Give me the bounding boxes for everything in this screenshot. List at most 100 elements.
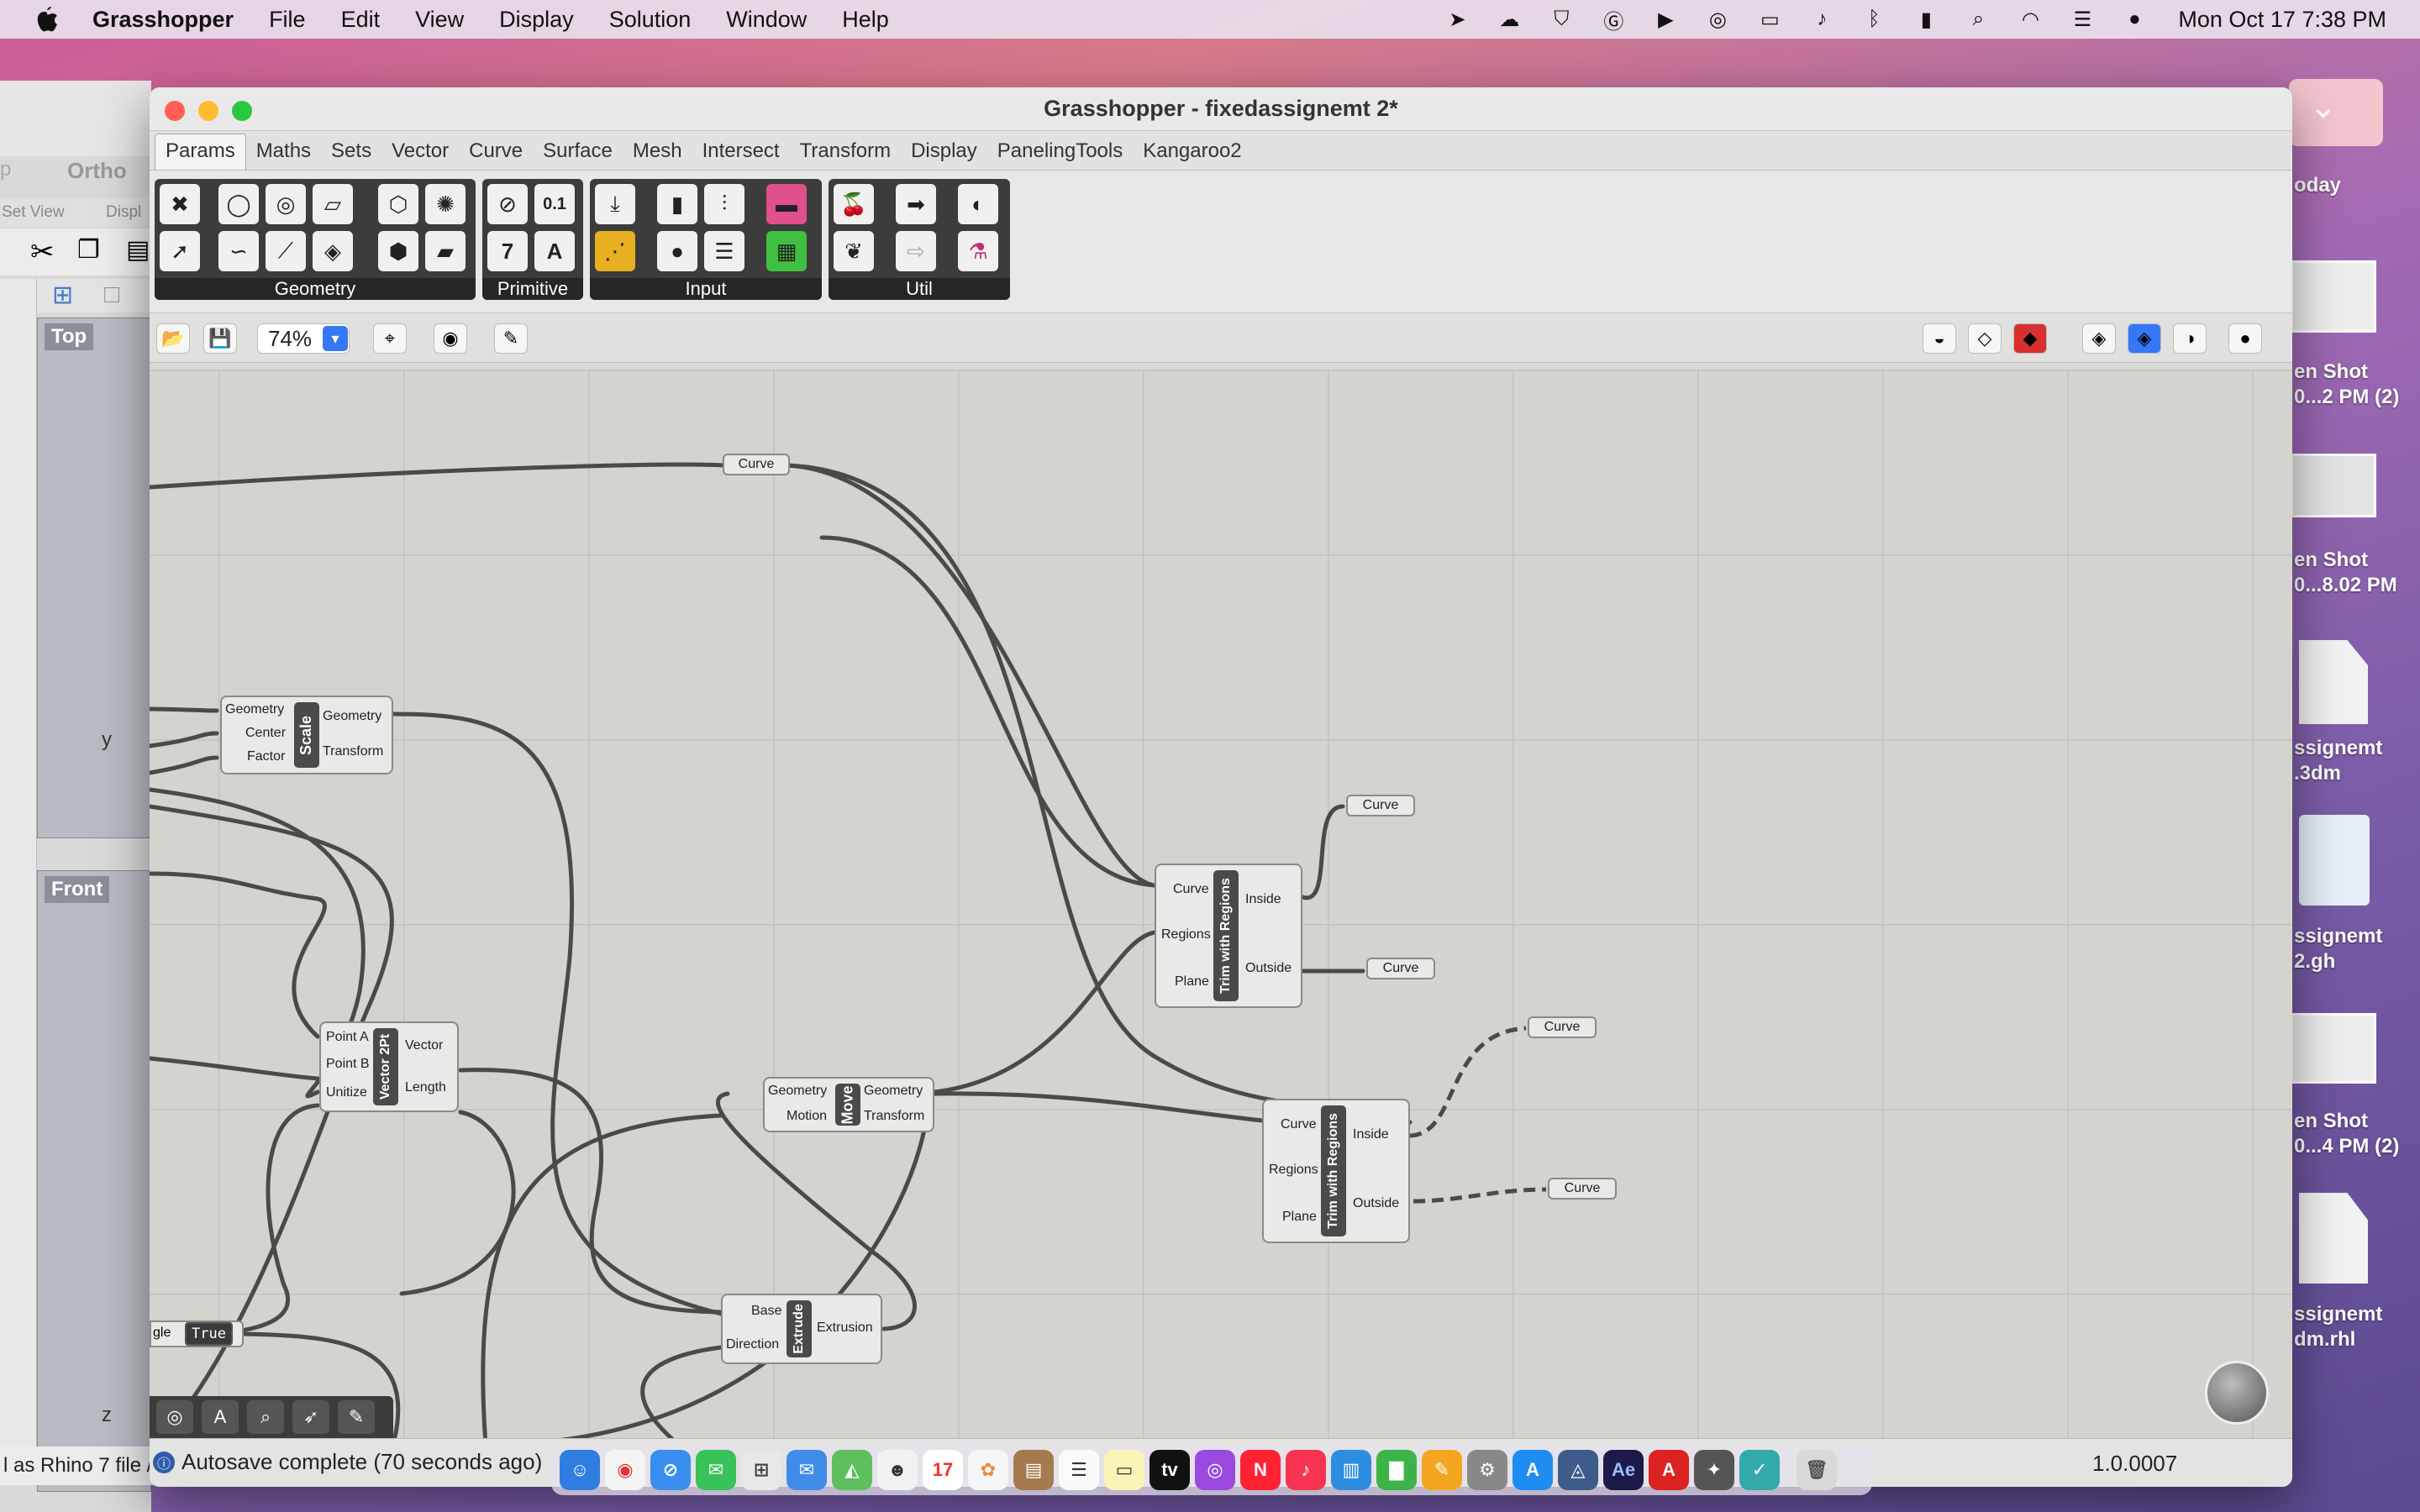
- vector-2pt-component[interactable]: Point A Point B Unitize Vector 2Pt Vecto…: [319, 1021, 459, 1112]
- control-center-icon[interactable]: ☰: [2069, 8, 2096, 31]
- input-factor[interactable]: Factor: [247, 749, 285, 764]
- surface-param-icon[interactable]: ▰: [425, 231, 466, 271]
- tab-set-view[interactable]: Set View: [2, 203, 65, 222]
- chrome-icon[interactable]: ◉: [605, 1450, 645, 1490]
- tree-icon[interactable]: ❦: [834, 231, 874, 271]
- tab-display[interactable]: Displ: [106, 203, 141, 222]
- trash-icon[interactable]: 🗑: [1797, 1450, 1837, 1490]
- line-param-icon[interactable]: ⟋: [266, 231, 306, 271]
- trim-with-regions-component[interactable]: Curve Regions Plane Trim with Regions In…: [1262, 1099, 1410, 1243]
- tab-vector[interactable]: Vector: [381, 139, 459, 170]
- integer-param-icon[interactable]: 7: [487, 231, 528, 271]
- ortho-toggle[interactable]: Ortho: [67, 158, 127, 184]
- input-regions[interactable]: Regions: [1161, 927, 1211, 942]
- grasshopper-dock-icon[interactable]: ✦: [1694, 1450, 1734, 1490]
- document-preview-icon[interactable]: ◑: [2173, 323, 2207, 354]
- input-unitize[interactable]: Unitize: [326, 1085, 367, 1100]
- menu-help[interactable]: Help: [842, 7, 889, 33]
- input-geometry[interactable]: Geometry: [768, 1084, 827, 1099]
- matrix-icon[interactable]: ▦: [766, 231, 807, 271]
- move-component[interactable]: Geometry Motion Move Geometry Transform: [763, 1077, 934, 1132]
- data-dam-icon[interactable]: ➡: [896, 184, 936, 224]
- selected-preview-icon[interactable]: ◈: [2082, 323, 2116, 354]
- viewport-top-label[interactable]: Top: [45, 323, 94, 350]
- siri-icon[interactable]: ●: [2121, 8, 2148, 30]
- tab-maths[interactable]: Maths: [246, 139, 321, 170]
- output-outside[interactable]: Outside: [1245, 961, 1292, 976]
- search-icon[interactable]: ⌕: [247, 1400, 284, 1434]
- output-outside[interactable]: Outside: [1353, 1196, 1399, 1211]
- arrow-icon[interactable]: ⇨: [896, 231, 936, 271]
- wifi-icon[interactable]: ◠: [2017, 8, 2044, 31]
- zoom-extents-icon[interactable]: ⌖: [373, 323, 407, 354]
- viewport-front-label[interactable]: Front: [45, 876, 110, 903]
- viewport-top[interactable]: Top y: [37, 318, 151, 838]
- news-icon[interactable]: N: [1240, 1450, 1281, 1490]
- output-transform[interactable]: Transform: [864, 1109, 924, 1124]
- curve-param[interactable]: Curve: [723, 454, 790, 475]
- mail-icon[interactable]: ✉: [786, 1450, 827, 1490]
- audio-icon[interactable]: ♪: [1808, 8, 1835, 30]
- apple-icon[interactable]: [30, 3, 64, 36]
- mesh-settings-icon[interactable]: ◈: [2128, 323, 2161, 354]
- render-sphere-icon[interactable]: ●: [2228, 323, 2262, 354]
- maps-icon[interactable]: ◭: [832, 1450, 872, 1490]
- desktop-icon-today[interactable]: ⌄: [2289, 79, 2383, 146]
- circular-arc-param-icon[interactable]: ◎: [266, 184, 306, 224]
- save-file-icon[interactable]: 💾: [203, 323, 237, 354]
- input-motion[interactable]: Motion: [786, 1109, 827, 1124]
- system-preferences-icon[interactable]: ⚙: [1467, 1450, 1507, 1490]
- output-vector[interactable]: Vector: [405, 1038, 443, 1053]
- pen-icon[interactable]: ✎: [338, 1400, 375, 1434]
- copy-icon[interactable]: ❐: [77, 235, 100, 265]
- output-length[interactable]: Length: [405, 1080, 446, 1095]
- tab-kangaroo2[interactable]: Kangaroo2: [1133, 139, 1251, 170]
- close-icon[interactable]: [165, 101, 185, 121]
- input-plane[interactable]: Plane: [1175, 974, 1209, 990]
- vpn-icon[interactable]: ✓: [1739, 1450, 1780, 1490]
- scale-component[interactable]: Geometry Center Factor Scale Geometry Tr…: [220, 696, 393, 774]
- tab-transform[interactable]: Transform: [790, 139, 901, 170]
- launchpad-icon[interactable]: ⊞: [741, 1450, 781, 1490]
- location-icon[interactable]: ➤: [1444, 8, 1470, 31]
- apple-tv-icon[interactable]: tv: [1150, 1450, 1190, 1490]
- field-param-icon[interactable]: ✺: [425, 184, 466, 224]
- finder-icon[interactable]: ☺: [560, 1450, 600, 1490]
- document-icon[interactable]: [2299, 640, 2368, 724]
- input-center[interactable]: Center: [245, 726, 286, 741]
- menu-app-name[interactable]: Grasshopper: [92, 7, 234, 33]
- zoom-dropdown-icon[interactable]: ▾: [323, 326, 348, 351]
- app-store-icon[interactable]: A: [1512, 1450, 1553, 1490]
- toggle-value[interactable]: True: [185, 1322, 233, 1346]
- curve-param[interactable]: Curve: [1548, 1178, 1617, 1200]
- pages-icon[interactable]: ✎: [1422, 1450, 1462, 1490]
- input-geometry[interactable]: Geometry: [225, 702, 284, 717]
- number-icon[interactable]: A: [202, 1400, 239, 1434]
- zoom-icon[interactable]: [232, 101, 252, 121]
- acrobat-icon[interactable]: A: [1649, 1450, 1689, 1490]
- after-effects-icon[interactable]: Ae: [1603, 1450, 1644, 1490]
- canvas-compass-icon[interactable]: [2205, 1361, 2269, 1425]
- geometry-param-icon[interactable]: ✖: [160, 184, 200, 224]
- menu-solution[interactable]: Solution: [609, 7, 692, 33]
- box-param-icon[interactable]: ⬡: [378, 184, 418, 224]
- menu-view[interactable]: View: [415, 7, 464, 33]
- circle-param-icon[interactable]: ◯: [218, 184, 259, 224]
- grammarly-icon[interactable]: Ⓖ: [1600, 8, 1627, 34]
- output-inside[interactable]: Inside: [1245, 892, 1281, 907]
- input-point-b[interactable]: Point B: [326, 1057, 370, 1072]
- galapagos-icon[interactable]: ◐: [958, 184, 998, 224]
- sketch-icon[interactable]: ✎: [494, 323, 528, 354]
- desktop-screenshot-thumb[interactable]: [2291, 1013, 2376, 1084]
- boolean-toggle[interactable]: gle True: [150, 1320, 244, 1347]
- input-regions[interactable]: Regions: [1269, 1163, 1318, 1178]
- button-icon[interactable]: ●: [657, 231, 697, 271]
- podcasts-icon[interactable]: ◎: [1195, 1450, 1235, 1490]
- rhino-icon[interactable]: ◬: [1558, 1450, 1598, 1490]
- input-curve[interactable]: Curve: [1281, 1117, 1317, 1132]
- cut-icon[interactable]: ✂: [30, 235, 55, 269]
- import-icon[interactable]: ⤓: [595, 184, 635, 224]
- tab-params[interactable]: Params: [155, 134, 246, 170]
- tab-panelingtools[interactable]: PanelingTools: [987, 139, 1133, 170]
- input-point-a[interactable]: Point A: [326, 1030, 369, 1045]
